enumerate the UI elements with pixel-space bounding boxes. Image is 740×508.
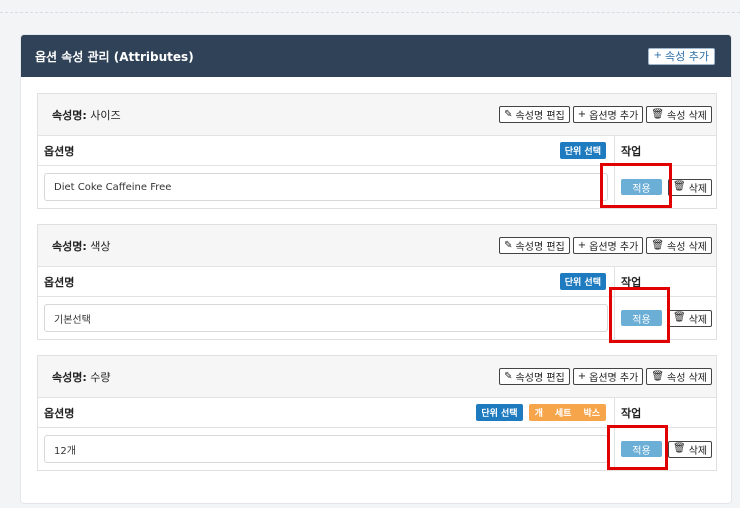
attribute-name-prefix: 속성명: — [52, 370, 87, 384]
unit-tags: 개 세트 박스 — [528, 404, 606, 421]
option-name-input[interactable]: 12개 — [44, 435, 608, 463]
plus-icon: + — [653, 50, 663, 61]
option-row: Diet Coke Caffeine Free 적용 🗑 삭제 — [38, 166, 716, 208]
trash-icon: 🗑 — [673, 443, 686, 454]
action-column-header: 작업 — [621, 406, 642, 420]
edit-attribute-name-button[interactable]: ✎ 속성명 편집 — [499, 106, 570, 123]
attribute-card: 속성명: 사이즈 ✎ 속성명 편집 + 옵션명 추가 🗑 속성 삭제 옵션명 단위 선… — [37, 93, 717, 209]
add-option-button[interactable]: + 옵션명 추가 — [572, 106, 644, 123]
option-name-column-header: 옵션명 — [44, 406, 75, 420]
options-table-header: 옵션명 단위 선택 개 세트 박스 작업 — [38, 398, 716, 428]
unit-select-button[interactable]: 단위 선택 — [476, 404, 523, 421]
plus-icon: + — [577, 108, 587, 120]
edit-icon: ✎ — [504, 370, 513, 382]
edit-icon: ✎ — [504, 108, 513, 120]
attribute-name: 속성명: 사이즈 — [52, 107, 121, 123]
add-option-label: 옵션명 추가 — [589, 111, 639, 122]
add-option-button[interactable]: + 옵션명 추가 — [572, 237, 644, 254]
delete-option-button[interactable]: 🗑 삭제 — [668, 440, 713, 458]
action-column-header: 작업 — [621, 275, 642, 289]
unit-select-button[interactable]: 단위 선택 — [559, 273, 606, 290]
delete-option-button[interactable]: 🗑 삭제 — [668, 178, 713, 196]
unit-tag[interactable]: 박스 — [583, 406, 600, 419]
unit-select-button[interactable]: 단위 선택 — [559, 142, 606, 159]
edit-attribute-name-label: 속성명 편집 — [515, 373, 565, 384]
edit-attribute-name-label: 속성명 편집 — [515, 111, 565, 122]
attribute-header: 속성명: 수량 ✎ 속성명 편집 + 옵션명 추가 🗑 속성 삭제 — [38, 356, 716, 398]
attribute-name: 속성명: 색상 — [52, 238, 111, 254]
option-name-column-header: 옵션명 — [44, 275, 75, 289]
apply-button[interactable]: 적용 — [621, 441, 662, 457]
attribute-header: 속성명: 사이즈 ✎ 속성명 편집 + 옵션명 추가 🗑 속성 삭제 — [38, 94, 716, 136]
trash-icon: 🗑 — [673, 181, 686, 192]
add-option-label: 옵션명 추가 — [589, 373, 639, 384]
edit-attribute-name-button[interactable]: ✎ 속성명 편집 — [499, 368, 570, 385]
delete-option-label: 삭제 — [688, 314, 708, 326]
attribute-name-value: 수량 — [90, 370, 111, 384]
attribute-name-prefix: 속성명: — [52, 108, 87, 122]
apply-button[interactable]: 적용 — [621, 179, 662, 195]
delete-attribute-label: 속성 삭제 — [667, 111, 707, 122]
delete-option-label: 삭제 — [688, 183, 708, 195]
add-attribute-label: 속성 추가 — [665, 50, 709, 63]
panel-header: 옵션 속성 관리 (Attributes) + 속성 추가 — [21, 35, 731, 77]
options-table-header: 옵션명 단위 선택 작업 — [38, 267, 716, 297]
action-column-header: 작업 — [621, 144, 642, 158]
attribute-name-prefix: 속성명: — [52, 239, 87, 253]
option-row: 기본선택 적용 🗑 삭제 — [38, 297, 716, 339]
add-option-label: 옵션명 추가 — [589, 242, 639, 253]
unit-tag[interactable]: 세트 — [555, 406, 572, 419]
delete-attribute-button[interactable]: 🗑 속성 삭제 — [646, 106, 712, 123]
plus-icon: + — [577, 239, 587, 251]
attribute-name-value: 사이즈 — [90, 108, 121, 122]
trash-icon: 🗑 — [673, 312, 686, 323]
delete-attribute-button[interactable]: 🗑 속성 삭제 — [646, 237, 712, 254]
option-row: 12개 적용 🗑 삭제 — [38, 428, 716, 470]
edit-attribute-name-label: 속성명 편집 — [515, 242, 565, 253]
attribute-name: 속성명: 수량 — [52, 369, 111, 385]
top-divider — [0, 12, 740, 13]
unit-tag[interactable]: 개 — [535, 406, 543, 419]
panel-title: 옵션 속성 관리 (Attributes) — [35, 49, 194, 64]
attribute-header: 속성명: 색상 ✎ 속성명 편집 + 옵션명 추가 🗑 속성 삭제 — [38, 225, 716, 267]
attribute-name-value: 색상 — [90, 239, 111, 253]
apply-button[interactable]: 적용 — [621, 310, 662, 326]
options-table-header: 옵션명 단위 선택 작업 — [38, 136, 716, 166]
delete-option-button[interactable]: 🗑 삭제 — [668, 309, 713, 327]
add-attribute-button[interactable]: + 속성 추가 — [647, 47, 715, 65]
delete-option-label: 삭제 — [688, 445, 708, 457]
add-option-button[interactable]: + 옵션명 추가 — [572, 368, 644, 385]
trash-icon: 🗑 — [651, 239, 665, 251]
delete-attribute-label: 속성 삭제 — [667, 242, 707, 253]
edit-attribute-name-button[interactable]: ✎ 속성명 편집 — [499, 237, 570, 254]
attribute-card: 속성명: 수량 ✎ 속성명 편집 + 옵션명 추가 🗑 속성 삭제 옵션명 단위 선택… — [37, 355, 717, 471]
option-name-column-header: 옵션명 — [44, 144, 75, 158]
edit-icon: ✎ — [504, 239, 513, 251]
trash-icon: 🗑 — [651, 108, 665, 120]
attribute-card: 속성명: 색상 ✎ 속성명 편집 + 옵션명 추가 🗑 속성 삭제 옵션명 단위 선택… — [37, 224, 717, 340]
plus-icon: + — [577, 370, 587, 382]
option-name-input[interactable]: 기본선택 — [44, 304, 608, 332]
option-name-input[interactable]: Diet Coke Caffeine Free — [44, 173, 608, 201]
delete-attribute-label: 속성 삭제 — [667, 373, 707, 384]
attributes-panel: 옵션 속성 관리 (Attributes) + 속성 추가 속성명: 사이즈 ✎… — [20, 34, 732, 504]
delete-attribute-button[interactable]: 🗑 속성 삭제 — [646, 368, 712, 385]
trash-icon: 🗑 — [651, 370, 665, 382]
